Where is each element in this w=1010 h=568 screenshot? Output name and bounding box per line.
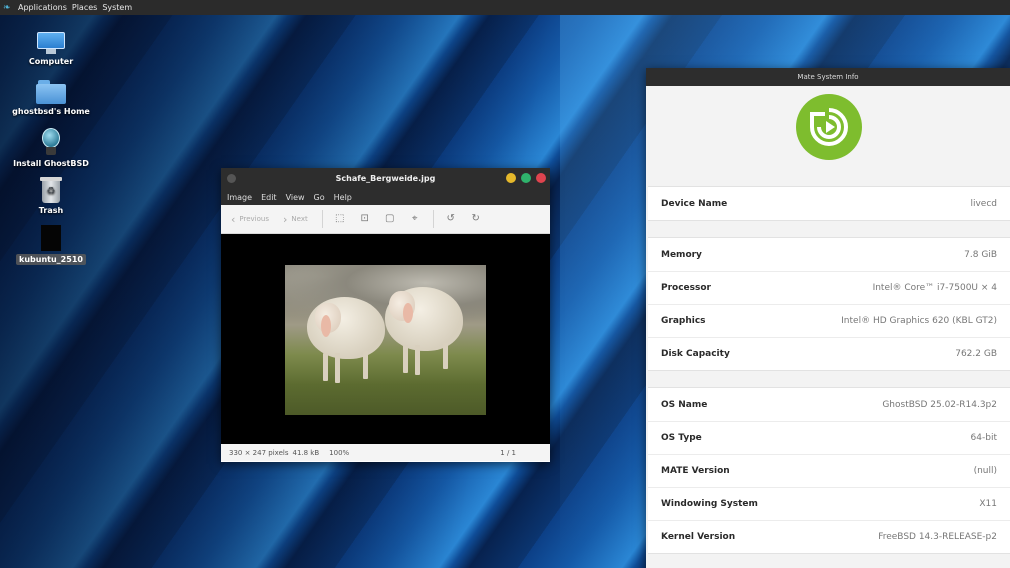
desktop-icon-label: Computer — [28, 57, 74, 66]
viewer-statusbar: 330 × 247 pixels 41.8 kB 100% 1 / 1 — [221, 444, 550, 461]
menu-edit[interactable]: Edit — [261, 193, 277, 202]
viewer-titlebar[interactable]: Schafe_Bergweide.jpg — [221, 168, 550, 189]
desktop-icon-trash[interactable]: ♻ Trash — [6, 177, 96, 215]
zoom-level: 100% — [329, 448, 350, 457]
sheep-photo — [285, 265, 486, 415]
info-key: Windowing System — [661, 499, 758, 509]
viewer-menubar: Image Edit View Go Help — [221, 189, 550, 205]
trash-icon: ♻ — [40, 177, 62, 203]
close-button[interactable] — [536, 173, 546, 183]
info-row-processor: Processor Intel® Core™ i7-7500U × 4 — [648, 271, 1010, 304]
info-key: Graphics — [661, 316, 706, 326]
info-value: FreeBSD 14.3-RELEASE-p2 — [878, 532, 997, 542]
info-value: (null) — [973, 466, 997, 476]
desktop-icon-install[interactable]: Install GhostBSD — [6, 128, 96, 168]
menu-system[interactable]: System — [102, 3, 132, 12]
info-row-os-type: OS Type 64-bit — [648, 421, 1010, 454]
info-key: Memory — [661, 249, 702, 260]
menu-view[interactable]: View — [286, 193, 305, 202]
info-value: livecd — [970, 198, 997, 209]
info-group-software: OS Name GhostBSD 25.02-R14.3p2 OS Type 6… — [648, 387, 1010, 554]
computer-icon — [37, 32, 65, 54]
previous-label: Previous — [239, 215, 269, 223]
toolbar-separator — [321, 210, 323, 228]
info-value: 762.2 GB — [955, 349, 997, 359]
logo-area — [646, 86, 1010, 186]
info-value: X11 — [979, 499, 997, 509]
info-row-device-name: Device Name livecd — [648, 187, 1010, 220]
image-canvas[interactable] — [221, 234, 550, 444]
info-value: 64-bit — [970, 433, 997, 443]
menu-go[interactable]: Go — [314, 193, 325, 202]
sysinfo-titlebar[interactable]: Mate System Info — [646, 68, 1010, 86]
desktop-icon-label: Install GhostBSD — [13, 159, 89, 168]
info-row-graphics: Graphics Intel® HD Graphics 620 (KBL GT2… — [648, 304, 1010, 337]
info-row-kernel: Kernel Version FreeBSD 14.3-RELEASE-p2 — [648, 520, 1010, 553]
desktop-icon-computer[interactable]: Computer — [6, 32, 96, 66]
toolbar-separator — [432, 210, 434, 228]
rotate-right-icon[interactable]: ↻ — [469, 212, 483, 226]
home-folder-icon — [36, 80, 66, 104]
zoom-normal-icon[interactable]: ▢ — [383, 212, 397, 226]
info-group-device: Device Name livecd — [648, 186, 1010, 221]
next-button[interactable]: › Next — [283, 213, 308, 226]
zoom-fit-icon[interactable]: ⌖ — [408, 212, 422, 226]
info-value: GhostBSD 25.02-R14.3p2 — [882, 399, 997, 410]
chevron-left-icon: ‹ — [231, 212, 236, 226]
image-viewer-window: Schafe_Bergweide.jpg Image Edit View Go … — [221, 168, 550, 462]
info-key: Device Name — [661, 198, 728, 209]
ghostbsd-logo-icon[interactable]: ❧ — [3, 3, 13, 13]
mate-logo-icon — [796, 94, 862, 160]
top-panel: ❧ Applications Places System — [0, 0, 1010, 15]
installer-icon — [40, 128, 62, 156]
zoom-out-icon[interactable]: ⊡ — [358, 212, 372, 226]
window-menu-button[interactable] — [227, 174, 236, 183]
desktop-icon-label: ghostbsd's Home — [12, 107, 90, 116]
info-group-hardware: Memory 7.8 GiB Processor Intel® Core™ i7… — [648, 237, 1010, 371]
zoom-in-icon[interactable]: ⬚ — [333, 212, 347, 226]
menu-image[interactable]: Image — [227, 193, 252, 202]
info-value: 7.8 GiB — [964, 249, 997, 260]
rotate-left-icon[interactable]: ↺ — [444, 212, 458, 226]
info-key: Kernel Version — [661, 532, 736, 542]
info-value: Intel® HD Graphics 620 (KBL GT2) — [841, 316, 997, 326]
info-key: MATE Version — [661, 466, 730, 476]
info-key: OS Name — [661, 399, 708, 410]
info-row-disk: Disk Capacity 762.2 GB — [648, 337, 1010, 370]
desktop-icon-kubuntu[interactable]: kubuntu_2510 — [6, 225, 96, 265]
sysinfo-title: Mate System Info — [797, 73, 859, 81]
info-row-mate-version: MATE Version (null) — [648, 454, 1010, 487]
viewer-toolbar: ‹ Previous › Next ⬚ ⊡ ▢ ⌖ ↺ ↻ — [221, 205, 550, 234]
file-icon — [41, 225, 61, 251]
desktop-icon-label: kubuntu_2510 — [16, 254, 86, 265]
desktop-icon-home[interactable]: ghostbsd's Home — [6, 80, 96, 116]
menu-help[interactable]: Help — [334, 193, 352, 202]
info-row-windowing: Windowing System X11 — [648, 487, 1010, 520]
image-filesize: 41.8 kB — [292, 448, 320, 457]
info-key: OS Type — [661, 433, 702, 443]
minimize-button[interactable] — [506, 173, 516, 183]
info-row-memory: Memory 7.8 GiB — [648, 238, 1010, 271]
next-label: Next — [291, 215, 308, 223]
menu-places[interactable]: Places — [72, 3, 97, 12]
previous-button[interactable]: ‹ Previous — [231, 213, 269, 226]
image-dimensions: 330 × 247 pixels — [229, 448, 289, 457]
page-indicator: 1 / 1 — [500, 448, 516, 457]
info-value: Intel® Core™ i7-7500U × 4 — [872, 283, 997, 293]
chevron-right-icon: › — [283, 212, 288, 226]
desktop-icon-label: Trash — [38, 206, 64, 215]
info-key: Disk Capacity — [661, 349, 730, 359]
info-key: Processor — [661, 283, 711, 293]
menu-applications[interactable]: Applications — [18, 3, 67, 12]
info-row-os-name: OS Name GhostBSD 25.02-R14.3p2 — [648, 388, 1010, 421]
viewer-title: Schafe_Bergweide.jpg — [335, 174, 436, 183]
maximize-button[interactable] — [521, 173, 531, 183]
system-info-window: Mate System Info Device Name livecd Memo… — [646, 68, 1010, 568]
